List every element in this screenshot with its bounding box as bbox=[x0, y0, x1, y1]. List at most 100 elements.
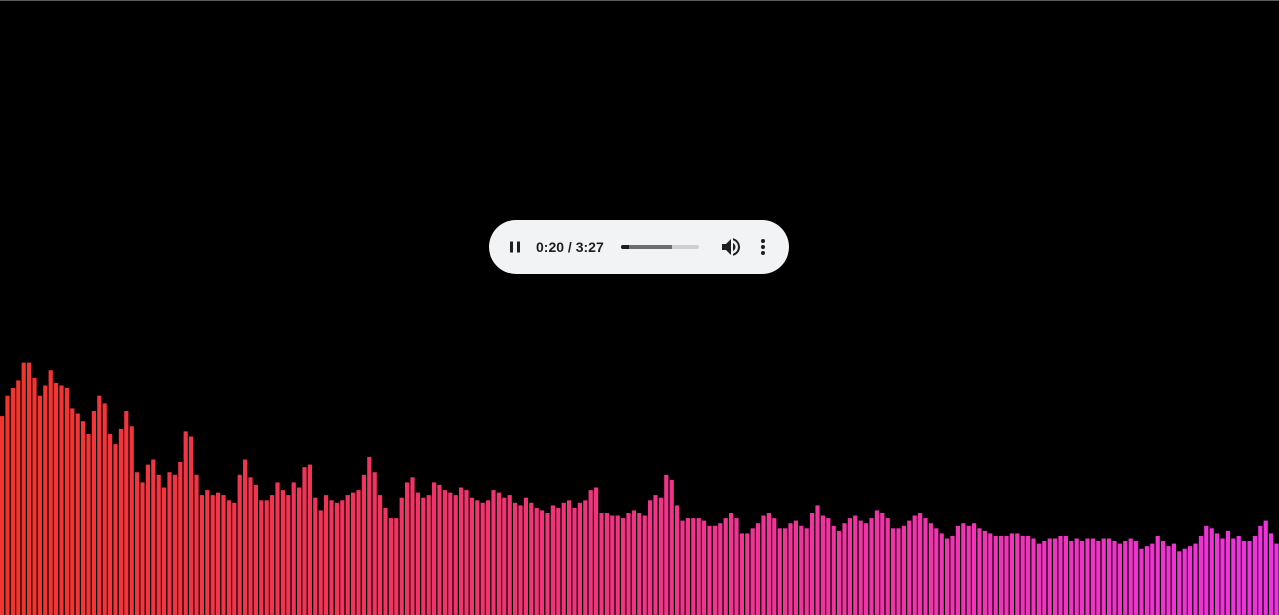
visualizer-stage: 0:20 / 3:27 bbox=[0, 0, 1279, 615]
visualizer-bar bbox=[59, 385, 64, 615]
duration: 3:27 bbox=[575, 239, 604, 255]
visualizer-bar bbox=[453, 495, 458, 615]
visualizer-bar bbox=[437, 484, 442, 615]
visualizer-bar bbox=[648, 500, 653, 615]
visualizer-bar bbox=[232, 502, 237, 615]
visualizer-bar bbox=[658, 497, 663, 615]
visualizer-bar bbox=[550, 505, 555, 615]
visualizer-bar bbox=[253, 484, 258, 615]
visualizer-bar bbox=[545, 513, 550, 615]
current-time: 0:20 bbox=[536, 239, 565, 255]
visualizer-bar bbox=[459, 487, 464, 615]
visualizer-bar bbox=[642, 515, 647, 615]
visualizer-bar bbox=[0, 416, 5, 615]
visualizer-bar bbox=[1026, 536, 1031, 615]
visualizer-bar bbox=[75, 413, 80, 615]
visualizer-bar bbox=[1036, 543, 1041, 615]
visualizer-bar bbox=[145, 464, 150, 615]
visualizer-bar bbox=[21, 362, 26, 615]
visualizer-bar bbox=[32, 377, 37, 615]
visualizer-bar bbox=[923, 518, 928, 615]
visualizer-bar bbox=[1063, 536, 1068, 615]
visualizer-bar bbox=[977, 528, 982, 615]
visualizer-bar bbox=[226, 500, 231, 615]
visualizer-bar bbox=[1020, 536, 1025, 615]
visualizer-bar bbox=[426, 495, 431, 615]
visualizer-bar bbox=[480, 502, 485, 615]
visualizer-bar bbox=[48, 370, 53, 615]
visualizer-bar bbox=[275, 482, 280, 615]
visualizer-bar bbox=[1198, 536, 1203, 615]
visualizer-bar bbox=[815, 505, 820, 615]
visualizer-bar bbox=[1107, 538, 1112, 615]
visualizer-bar bbox=[378, 495, 383, 615]
time-display: 0:20 / 3:27 bbox=[536, 239, 604, 255]
visualizer-bar bbox=[1274, 543, 1279, 615]
seek-progress bbox=[621, 245, 629, 249]
visualizer-bar bbox=[351, 492, 356, 615]
visualizer-bar bbox=[340, 500, 345, 615]
visualizer-bar bbox=[1009, 533, 1014, 615]
visualizer-bar bbox=[772, 518, 777, 615]
visualizer-bar bbox=[891, 528, 896, 615]
visualizer-bar bbox=[491, 490, 496, 615]
visualizer-bar bbox=[842, 523, 847, 615]
visualizer-bar bbox=[912, 515, 917, 615]
volume-button[interactable] bbox=[719, 235, 743, 259]
visualizer-bar bbox=[135, 472, 140, 615]
visualizer-bar bbox=[982, 530, 987, 615]
visualizer-bar bbox=[680, 520, 685, 615]
visualizer-bar bbox=[847, 518, 852, 615]
visualizer-bar bbox=[907, 520, 912, 615]
seek-slider[interactable] bbox=[621, 245, 699, 249]
visualizer-bar bbox=[588, 490, 593, 615]
visualizer-bar bbox=[626, 513, 631, 615]
visualizer-bar bbox=[1128, 538, 1133, 615]
visualizer-bar bbox=[415, 492, 420, 615]
visualizer-bar bbox=[496, 492, 501, 615]
visualizer-bar bbox=[108, 434, 113, 615]
visualizer-bar bbox=[372, 472, 377, 615]
visualizer-bar bbox=[1231, 538, 1236, 615]
visualizer-bar bbox=[113, 444, 118, 615]
visualizer-bar bbox=[599, 513, 604, 615]
visualizer-bar bbox=[156, 474, 161, 615]
visualizer-bar bbox=[1112, 541, 1117, 615]
pause-button[interactable] bbox=[503, 235, 527, 259]
time-separator: / bbox=[564, 239, 576, 255]
visualizer-bar bbox=[1053, 538, 1058, 615]
visualizer-bar bbox=[653, 495, 658, 615]
visualizer-bar bbox=[243, 459, 248, 615]
visualizer-bar bbox=[864, 523, 869, 615]
visualizer-bar bbox=[966, 525, 971, 615]
visualizer-bar bbox=[810, 513, 815, 615]
visualizer-bar bbox=[561, 502, 566, 615]
audio-player[interactable]: 0:20 / 3:27 bbox=[489, 220, 789, 274]
visualizer-bar bbox=[594, 487, 599, 615]
visualizer-bar bbox=[734, 518, 739, 615]
visualizer-bar bbox=[540, 510, 545, 615]
more-options-button[interactable] bbox=[751, 235, 775, 259]
visualizer-bar bbox=[691, 518, 696, 615]
visualizer-bar bbox=[945, 538, 950, 615]
visualizer-bar bbox=[577, 502, 582, 615]
visualizer-bars bbox=[0, 362, 1279, 615]
visualizer-bar bbox=[297, 487, 302, 615]
visualizer-bar bbox=[1171, 543, 1176, 615]
visualizer-bar bbox=[1085, 538, 1090, 615]
visualizer-bar bbox=[534, 507, 539, 615]
visualizer-bar bbox=[1193, 543, 1198, 615]
visualizer-bar bbox=[918, 513, 923, 615]
pause-icon bbox=[510, 241, 520, 253]
visualizer-bar bbox=[64, 388, 69, 615]
visualizer-bar bbox=[988, 533, 993, 615]
visualizer-bar bbox=[86, 434, 91, 615]
visualizer-bar bbox=[248, 477, 253, 615]
visualizer-bar bbox=[324, 495, 329, 615]
visualizer-bar bbox=[604, 513, 609, 615]
visualizer-bar bbox=[858, 520, 863, 615]
visualizer-bar bbox=[1047, 538, 1052, 615]
visualizer-bar bbox=[685, 518, 690, 615]
visualizer-bar bbox=[118, 428, 123, 615]
visualizer-bar bbox=[394, 518, 399, 615]
